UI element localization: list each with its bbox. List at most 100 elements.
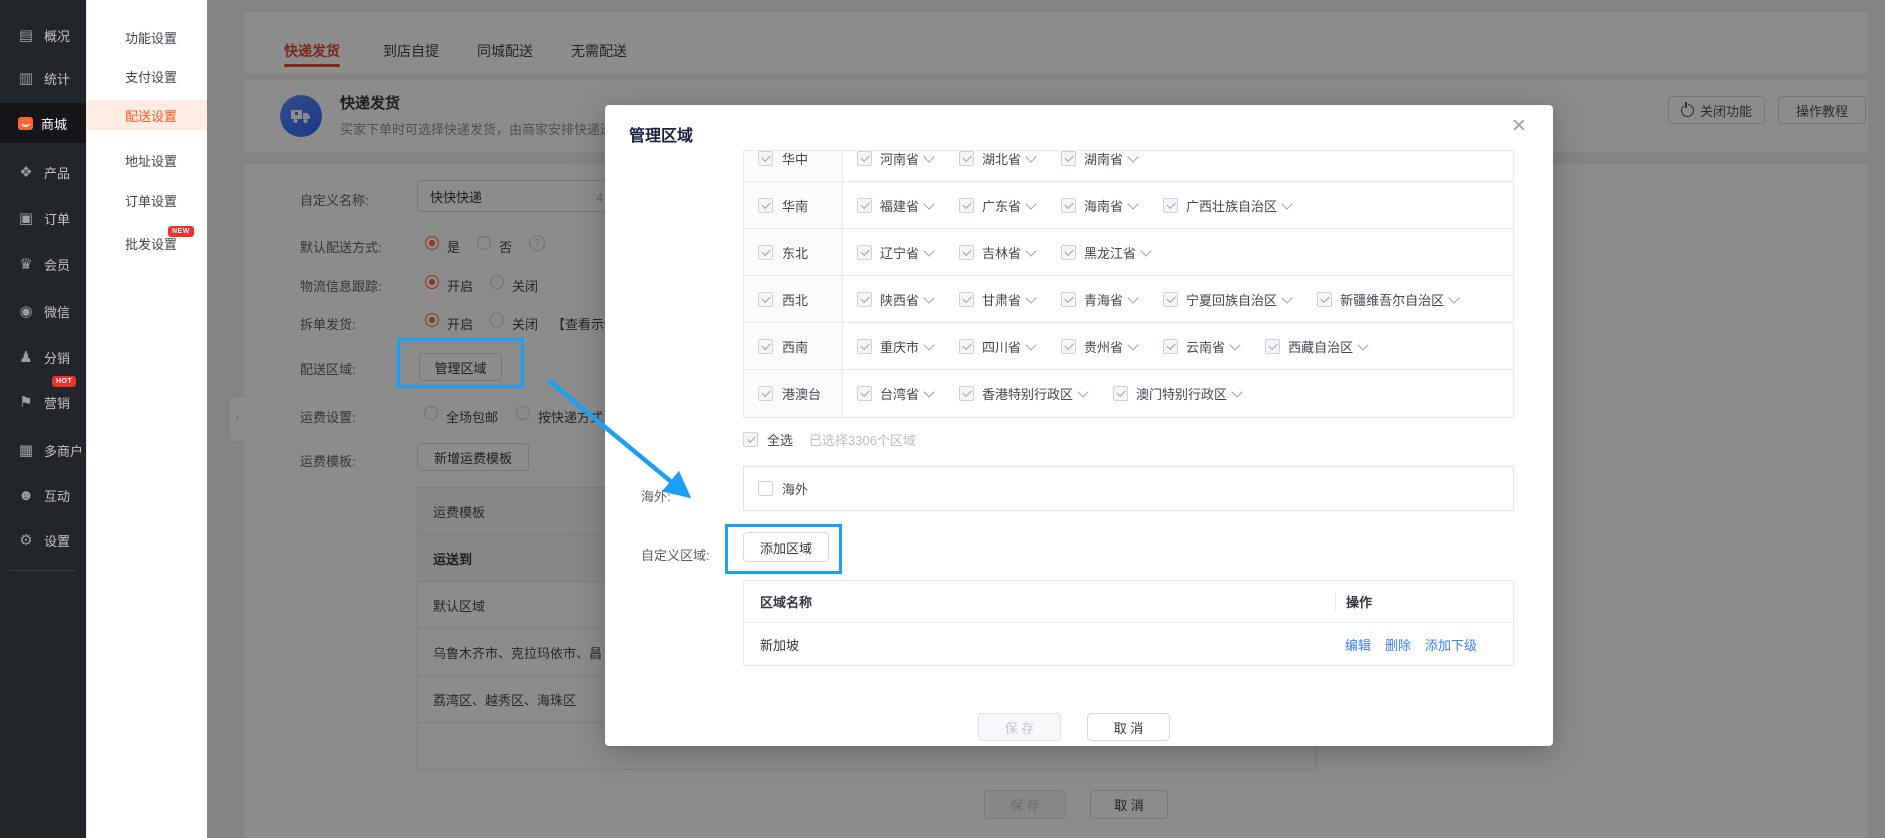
delete-link[interactable]: 删除 xyxy=(1385,635,1411,654)
chevron-down-icon[interactable] xyxy=(1229,339,1240,350)
province-item[interactable]: 海南省 xyxy=(1061,196,1137,215)
province-item[interactable]: 湖北省 xyxy=(959,150,1035,168)
chevron-down-icon[interactable] xyxy=(1025,198,1036,209)
province-checkbox[interactable] xyxy=(1061,151,1076,166)
region-checkbox[interactable] xyxy=(758,339,773,354)
region-checkbox[interactable] xyxy=(758,151,773,166)
province-item[interactable]: 湖南省 xyxy=(1061,150,1137,168)
province-item[interactable]: 宁夏回族自治区 xyxy=(1163,290,1291,309)
province-checkbox[interactable] xyxy=(1163,292,1178,307)
chevron-down-icon[interactable] xyxy=(1140,245,1151,256)
edit-link[interactable]: 编辑 xyxy=(1345,635,1371,654)
chevron-down-icon[interactable] xyxy=(1127,198,1138,209)
submenu-item-delivery[interactable]: 配送设置 xyxy=(86,100,207,130)
chevron-down-icon[interactable] xyxy=(1127,292,1138,303)
chevron-down-icon[interactable] xyxy=(1281,292,1292,303)
province-item[interactable]: 黑龙江省 xyxy=(1061,243,1150,262)
sidebar-item-wechat[interactable]: ◉微信 xyxy=(0,291,86,331)
province-checkbox[interactable] xyxy=(1061,198,1076,213)
province-item[interactable]: 台湾省 xyxy=(857,384,933,403)
province-checkbox[interactable] xyxy=(959,245,974,260)
region-checkbox[interactable] xyxy=(758,245,773,260)
sidebar-item-stats[interactable]: ▥统计 xyxy=(0,58,86,98)
province-checkbox[interactable] xyxy=(857,386,872,401)
chevron-down-icon[interactable] xyxy=(1077,386,1088,397)
sidebar-item-overview[interactable]: ▤概况 xyxy=(0,15,86,55)
province-checkbox[interactable] xyxy=(959,339,974,354)
chevron-down-icon[interactable] xyxy=(1231,386,1242,397)
select-all-checkbox[interactable] xyxy=(743,432,758,447)
submenu-item-wholesale[interactable]: 批发设置NEW xyxy=(86,228,207,258)
sidebar-item-multi-merchant[interactable]: ▦多商户 xyxy=(0,430,86,470)
province-item[interactable]: 重庆市 xyxy=(857,337,933,356)
sidebar-item-product[interactable]: ❖产品 xyxy=(0,152,86,192)
province-item[interactable]: 青海省 xyxy=(1061,290,1137,309)
sidebar-item-marketing[interactable]: ⚑营销HOT xyxy=(0,382,86,422)
province-item[interactable]: 四川省 xyxy=(959,337,1035,356)
province-item[interactable]: 广西壮族自治区 xyxy=(1163,196,1291,215)
modal-cancel-button[interactable]: 取 消 xyxy=(1087,713,1170,741)
province-item[interactable]: 澳门特别行政区 xyxy=(1113,384,1241,403)
modal-save-button[interactable]: 保 存 xyxy=(978,713,1061,741)
chevron-down-icon[interactable] xyxy=(923,339,934,350)
province-item[interactable]: 西藏自治区 xyxy=(1265,337,1367,356)
sidebar-item-distribution[interactable]: ♟分销 xyxy=(0,337,86,377)
submenu-item-address[interactable]: 地址设置 xyxy=(86,145,207,175)
province-item[interactable]: 新疆维吾尔自治区 xyxy=(1317,290,1458,309)
close-icon[interactable]: × xyxy=(1512,114,1526,138)
region-checkbox[interactable] xyxy=(758,292,773,307)
province-checkbox[interactable] xyxy=(959,386,974,401)
province-item[interactable]: 河南省 xyxy=(857,150,933,168)
province-checkbox[interactable] xyxy=(1113,386,1128,401)
overseas-checkbox[interactable] xyxy=(758,481,773,496)
submenu-item-order[interactable]: 订单设置 xyxy=(86,185,207,215)
region-checkbox[interactable] xyxy=(758,198,773,213)
province-item[interactable]: 陕西省 xyxy=(857,290,933,309)
chevron-down-icon[interactable] xyxy=(923,292,934,303)
submenu-item-function[interactable]: 功能设置 xyxy=(86,22,207,52)
sidebar-item-interact[interactable]: ☻互动 xyxy=(0,475,86,515)
province-checkbox[interactable] xyxy=(1317,292,1332,307)
chevron-down-icon[interactable] xyxy=(923,386,934,397)
chevron-down-icon[interactable] xyxy=(923,245,934,256)
province-checkbox[interactable] xyxy=(857,245,872,260)
province-item[interactable]: 甘肃省 xyxy=(959,290,1035,309)
sidebar-item-settings[interactable]: ⚙设置 xyxy=(0,520,86,560)
province-checkbox[interactable] xyxy=(1163,339,1178,354)
province-checkbox[interactable] xyxy=(1061,245,1076,260)
chevron-down-icon[interactable] xyxy=(1025,245,1036,256)
chevron-down-icon[interactable] xyxy=(1127,151,1138,162)
chevron-down-icon[interactable] xyxy=(1281,198,1292,209)
chevron-down-icon[interactable] xyxy=(923,198,934,209)
province-item[interactable]: 贵州省 xyxy=(1061,337,1137,356)
province-item[interactable]: 辽宁省 xyxy=(857,243,933,262)
province-checkbox[interactable] xyxy=(959,151,974,166)
sidebar-item-order[interactable]: ▣订单 xyxy=(0,198,86,238)
province-checkbox[interactable] xyxy=(857,151,872,166)
chevron-down-icon[interactable] xyxy=(1025,339,1036,350)
province-item[interactable]: 香港特别行政区 xyxy=(959,384,1087,403)
chevron-down-icon[interactable] xyxy=(1025,292,1036,303)
sidebar-item-mall[interactable]: 商城 xyxy=(0,103,86,143)
province-checkbox[interactable] xyxy=(1163,198,1178,213)
chevron-down-icon[interactable] xyxy=(1357,339,1368,350)
province-checkbox[interactable] xyxy=(1061,292,1076,307)
province-checkbox[interactable] xyxy=(857,198,872,213)
province-checkbox[interactable] xyxy=(959,292,974,307)
chevron-down-icon[interactable] xyxy=(1025,151,1036,162)
province-checkbox[interactable] xyxy=(959,198,974,213)
sidebar-item-member[interactable]: ♛会员 xyxy=(0,244,86,284)
province-item[interactable]: 福建省 xyxy=(857,196,933,215)
add-child-link[interactable]: 添加下级 xyxy=(1425,635,1477,654)
submenu-item-payment[interactable]: 支付设置 xyxy=(86,61,207,91)
chevron-down-icon[interactable] xyxy=(1448,292,1459,303)
select-all-row[interactable]: 全选 已选择3306个区域 xyxy=(743,430,916,449)
province-checkbox[interactable] xyxy=(857,339,872,354)
province-checkbox[interactable] xyxy=(1061,339,1076,354)
province-item[interactable]: 广东省 xyxy=(959,196,1035,215)
province-checkbox[interactable] xyxy=(857,292,872,307)
province-item[interactable]: 云南省 xyxy=(1163,337,1239,356)
chevron-down-icon[interactable] xyxy=(1127,339,1138,350)
province-item[interactable]: 吉林省 xyxy=(959,243,1035,262)
province-checkbox[interactable] xyxy=(1265,339,1280,354)
